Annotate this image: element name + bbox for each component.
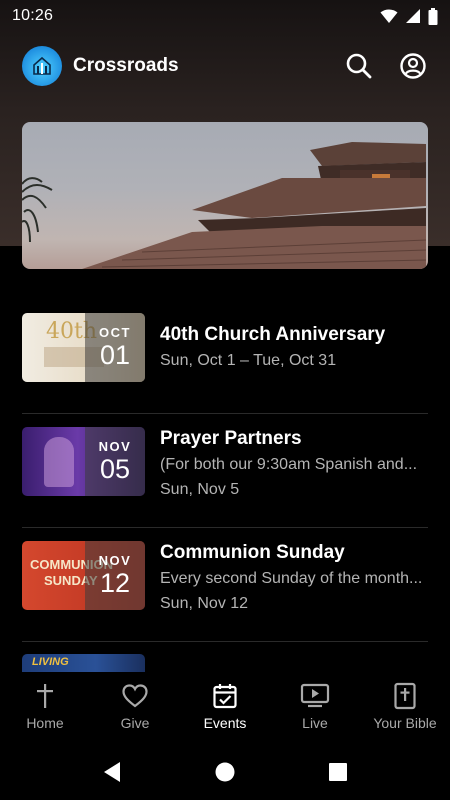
nav-your-bible[interactable]: Your Bible xyxy=(360,672,450,744)
nav-label: Your Bible xyxy=(373,715,437,731)
hero-banner[interactable] xyxy=(22,122,428,269)
nav-label: Home xyxy=(26,715,64,731)
system-navigation-bar xyxy=(0,744,450,800)
app-title: Crossroads xyxy=(73,55,179,76)
badge-day: 05 xyxy=(99,454,131,484)
nav-home[interactable]: Home xyxy=(0,672,90,744)
partial-thumb-text: LIVING xyxy=(32,656,69,668)
nav-label: Give xyxy=(120,715,150,731)
system-recents-button[interactable] xyxy=(282,744,395,800)
profile-button[interactable] xyxy=(398,51,428,81)
recents-square-icon xyxy=(329,763,347,781)
event-date: Sun, Nov 5 xyxy=(160,481,240,498)
search-button[interactable] xyxy=(344,51,374,81)
cross-icon xyxy=(34,681,56,711)
play-screen-icon xyxy=(300,681,330,711)
event-date: Sun, Nov 12 xyxy=(160,595,249,612)
event-description: Every second Sunday of the month... xyxy=(160,570,423,587)
event-item-prayer-partners[interactable]: NOV 05 Prayer Partners (For both our 9:3… xyxy=(22,414,428,528)
header-actions xyxy=(344,51,428,81)
calendar-check-icon xyxy=(212,681,238,711)
badge-day: 12 xyxy=(99,568,131,598)
home-circle-icon xyxy=(215,762,235,782)
status-bar: 10:26 xyxy=(0,0,450,32)
status-time: 10:26 xyxy=(12,7,54,24)
bottom-nav: Home Give Events Live Your Bible xyxy=(0,672,450,744)
event-thumbnail-partial[interactable]: LIVING xyxy=(22,654,145,672)
date-badge: NOV 12 xyxy=(85,541,145,610)
badge-day: 01 xyxy=(99,340,131,370)
church-building-icon xyxy=(33,56,51,75)
date-badge: NOV 05 xyxy=(85,427,145,496)
badge-month: NOV xyxy=(98,553,132,568)
church-logo xyxy=(22,46,62,86)
system-home-button[interactable] xyxy=(169,744,282,800)
event-text: Communion Sunday Every second Sunday of … xyxy=(160,541,428,616)
heart-icon xyxy=(121,681,149,711)
account-circle-icon xyxy=(400,53,426,79)
event-thumbnail: COMMUNION SUNDAY NOV 12 xyxy=(22,541,145,610)
event-item-communion-sunday[interactable]: COMMUNION SUNDAY NOV 12 Communion Sunday… xyxy=(22,528,428,642)
event-title: Communion Sunday xyxy=(160,542,345,563)
event-thumbnail: 40th OCT 01 xyxy=(22,313,145,382)
system-back-button[interactable] xyxy=(56,744,169,800)
praying-hands-shape xyxy=(44,437,74,487)
status-icons xyxy=(380,7,438,25)
bible-icon xyxy=(393,681,417,711)
date-badge: OCT 01 xyxy=(85,313,145,382)
nav-label: Events xyxy=(203,715,247,731)
battery-icon xyxy=(428,7,438,25)
event-list: 40th OCT 01 40th Church Anniversary Sun,… xyxy=(22,300,428,642)
nav-events[interactable]: Events xyxy=(180,672,270,744)
badge-month: NOV xyxy=(98,439,132,454)
event-thumbnail: NOV 05 xyxy=(22,427,145,496)
church-roof-image xyxy=(22,142,427,269)
signal-icon xyxy=(406,9,420,23)
search-icon xyxy=(346,53,372,79)
nav-live[interactable]: Live xyxy=(270,672,360,744)
nav-give[interactable]: Give xyxy=(90,672,180,744)
app-header: Crossroads xyxy=(0,32,450,100)
event-item-40th-anniversary[interactable]: 40th OCT 01 40th Church Anniversary Sun,… xyxy=(22,300,428,414)
event-description: (For both our 9:30am Spanish and... xyxy=(160,456,418,473)
wifi-icon xyxy=(380,9,398,23)
event-text: Prayer Partners (For both our 9:30am Spa… xyxy=(160,427,428,502)
event-title: Prayer Partners xyxy=(160,428,302,449)
back-triangle-icon xyxy=(104,762,120,782)
event-text: 40th Church Anniversary Sun, Oct 1 – Tue… xyxy=(160,313,428,373)
badge-month: OCT xyxy=(99,325,131,340)
event-dates: Sun, Oct 1 – Tue, Oct 31 xyxy=(160,352,337,369)
event-title: 40th Church Anniversary xyxy=(160,324,386,345)
nav-label: Live xyxy=(302,715,328,731)
